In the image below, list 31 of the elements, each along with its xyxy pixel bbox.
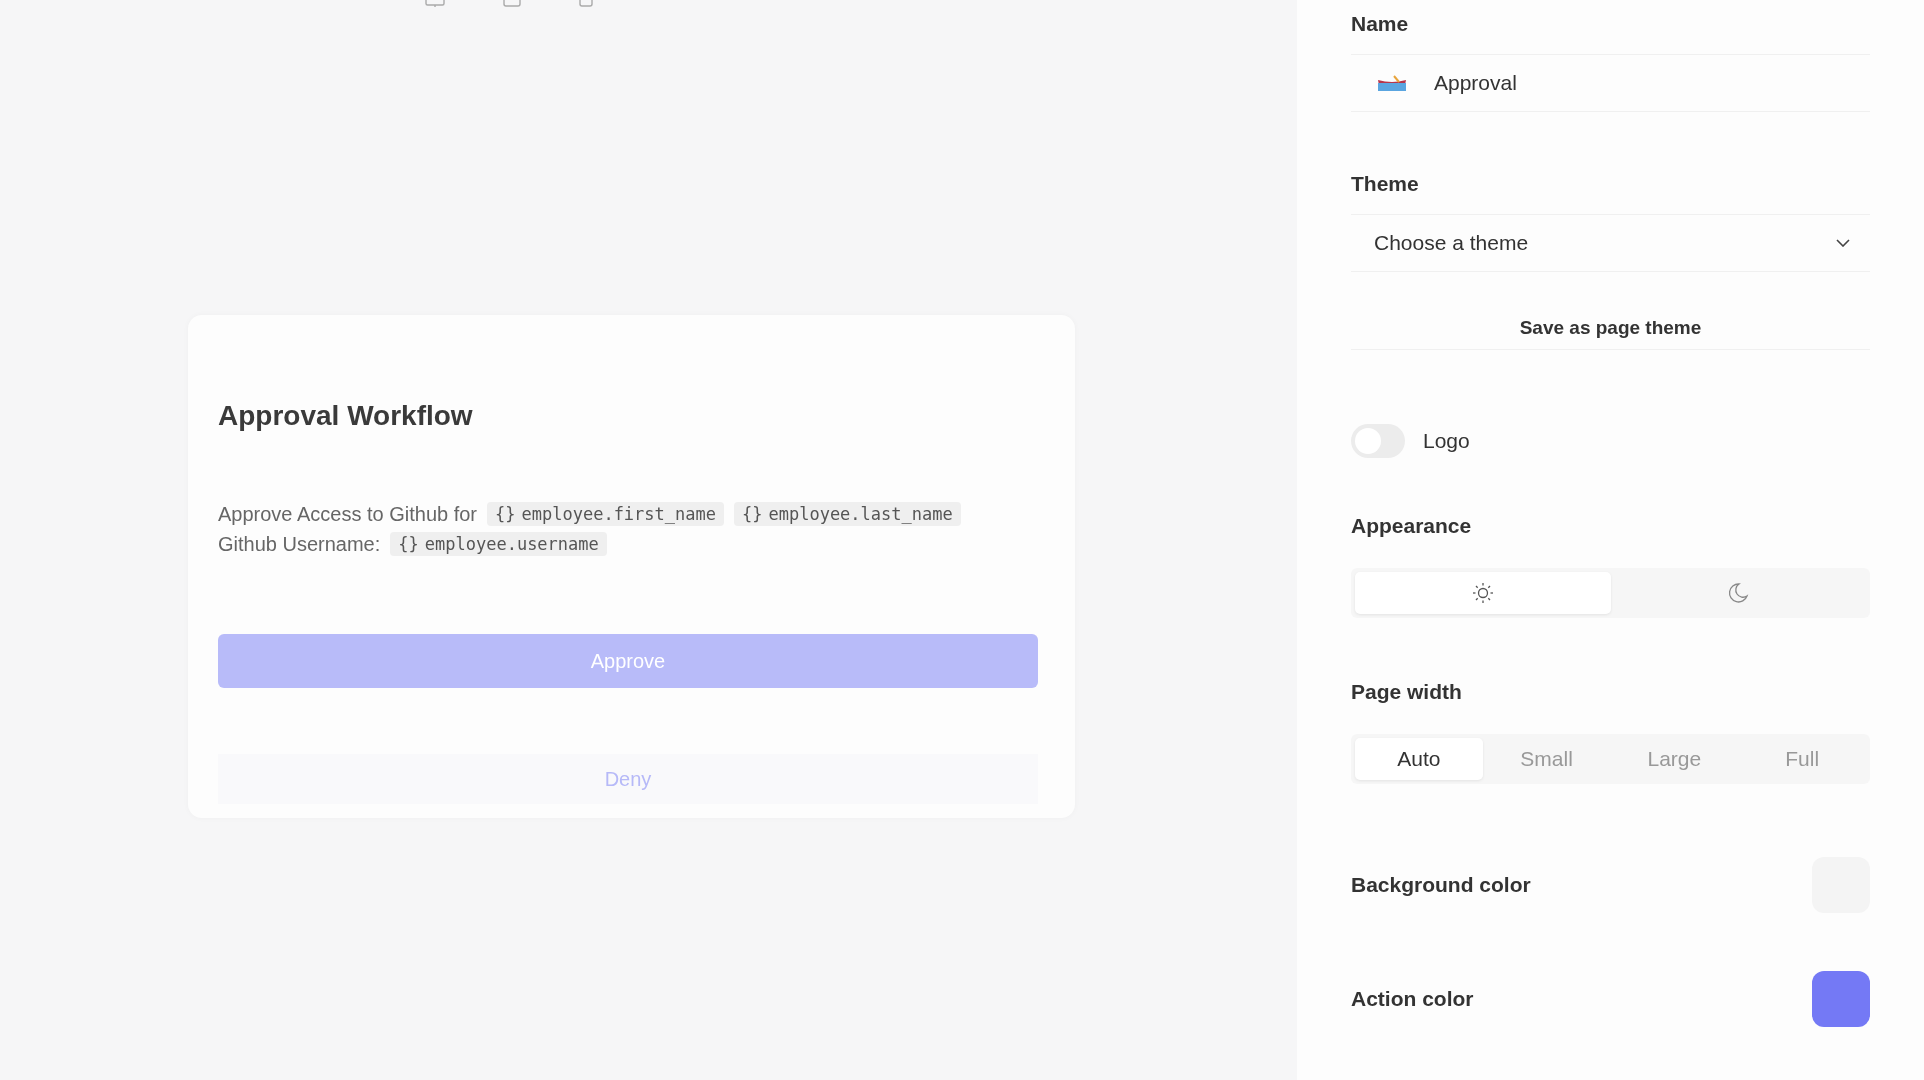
page-width-tab[interactable]: Small [1482,738,1611,780]
field-label: Background color [1351,873,1531,897]
tablet-icon [501,0,522,8]
variable-chip: {} employee.first_name [487,502,724,526]
action-color-swatch[interactable] [1812,971,1870,1027]
theme-dropdown[interactable]: Choose a theme [1351,214,1870,272]
light-mode-tab[interactable] [1355,572,1611,614]
monitor-icon [423,0,446,8]
chevron-down-icon [1836,239,1850,247]
field-label: Page width [1351,680,1463,704]
name-input[interactable]: Approval [1432,70,1736,96]
approve-button[interactable]: Approve [218,634,1038,688]
toggle-label: Logo [1423,429,1470,453]
moon-icon [1727,582,1750,604]
save-theme-button[interactable]: Save as page theme [1351,306,1870,350]
body-text: Github Username: [218,532,381,556]
canoe-icon [1377,75,1407,91]
field-label: Name [1351,12,1410,36]
deny-button[interactable]: Deny [218,754,1038,804]
field-label: Theme [1351,172,1420,196]
field-label: Action color [1351,987,1474,1011]
variable-chip: {} employee.last_name [734,502,961,526]
variable-chip: {} employee.username [390,532,607,556]
body-text: Approve Access to Github for [218,502,478,526]
page-width-tab[interactable]: Auto [1355,738,1483,780]
phone-icon [577,0,594,8]
page-width-tab[interactable]: Full [1738,738,1866,780]
field-label: Appearance [1351,514,1473,538]
sun-icon [1471,582,1494,604]
form-title: Approval Workflow [218,400,474,432]
page-width-tab[interactable]: Large [1610,738,1739,780]
